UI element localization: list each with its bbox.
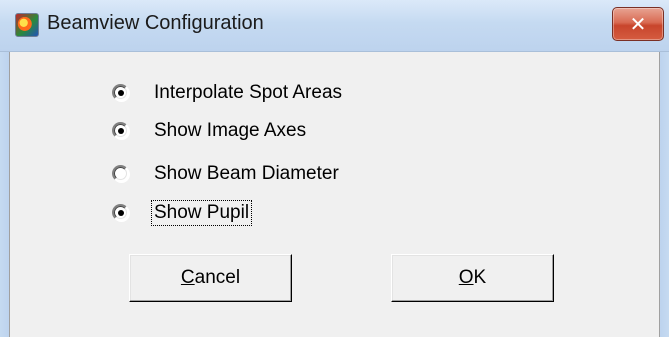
radio-show-pupil[interactable] — [113, 204, 130, 222]
option-show-beam-diameter[interactable]: Show Beam Diameter — [113, 161, 340, 187]
option-label: Show Image Axes — [154, 120, 307, 141]
option-label: Show Pupil — [150, 200, 253, 226]
option-show-pupil[interactable]: Show Pupil — [113, 200, 253, 226]
radio-checked-dot — [118, 209, 124, 216]
close-icon: ✕ — [629, 12, 647, 36]
close-button[interactable]: ✕ — [612, 7, 664, 41]
radio-checked-dot — [118, 89, 124, 96]
option-show-image-axes[interactable]: Show Image Axes — [113, 118, 307, 144]
title-bar[interactable]: Beamview Configuration ✕ — [0, 0, 669, 52]
cancel-button-label: Cancel — [180, 267, 241, 288]
radio-show-beam-diameter[interactable] — [113, 165, 130, 183]
ok-button[interactable]: OK — [391, 254, 554, 302]
radio-show-image-axes[interactable] — [113, 122, 130, 140]
window-title: Beamview Configuration — [47, 12, 264, 34]
beamview-configuration-dialog: Beamview Configuration ✕ Interpolate Spo… — [0, 0, 669, 337]
option-label: Show Beam Diameter — [154, 163, 339, 184]
ok-button-label: OK — [458, 267, 487, 288]
option-interpolate-spot-areas[interactable]: Interpolate Spot Areas — [113, 80, 343, 106]
app-icon — [15, 13, 39, 37]
option-label: Interpolate Spot Areas — [154, 82, 343, 103]
window-frame-right — [660, 52, 669, 337]
radio-checked-dot — [118, 127, 124, 134]
cancel-button[interactable]: Cancel — [129, 254, 292, 302]
radio-interpolate-spot-areas[interactable] — [113, 84, 130, 102]
window-frame-left — [0, 52, 9, 337]
